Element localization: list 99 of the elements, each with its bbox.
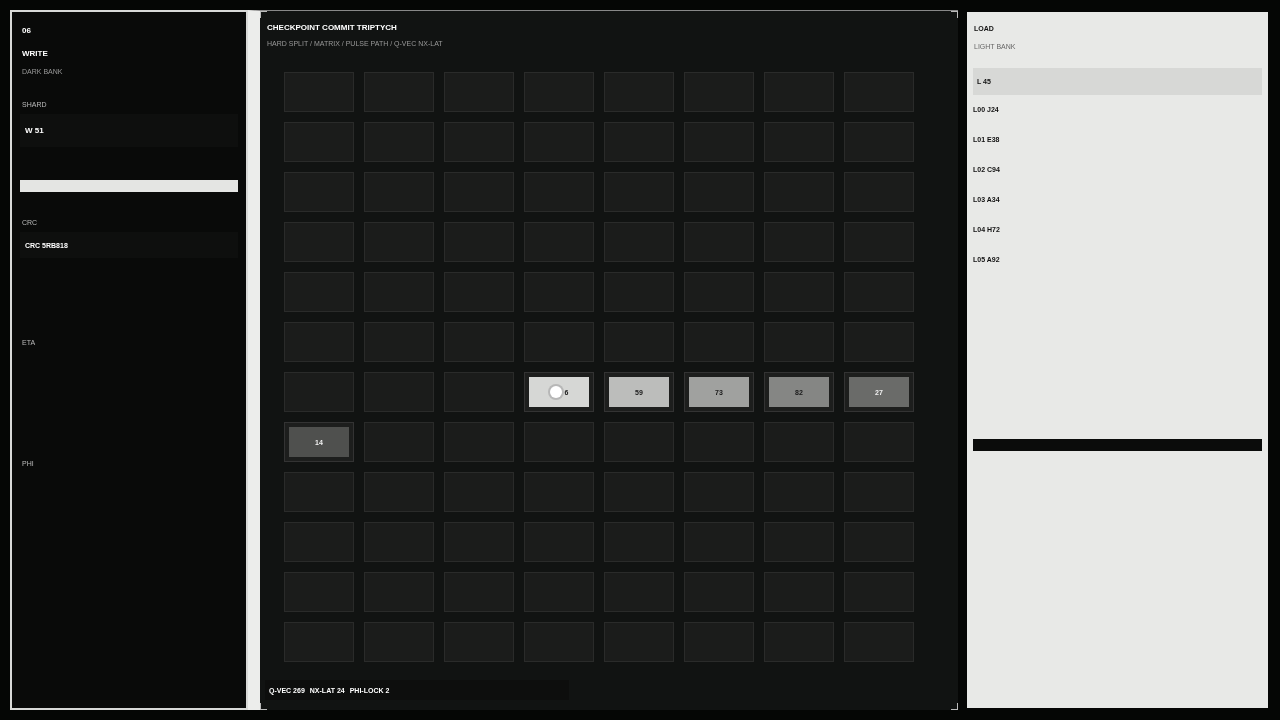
grid-cell[interactable] bbox=[444, 372, 514, 412]
grid-cell[interactable] bbox=[284, 522, 354, 562]
grid-cell[interactable] bbox=[684, 622, 754, 662]
cursor-ring-icon bbox=[549, 386, 562, 398]
grid-cell[interactable] bbox=[684, 122, 754, 162]
grid-cell[interactable] bbox=[844, 122, 914, 162]
grid-cell[interactable] bbox=[284, 622, 354, 662]
grid-cell[interactable] bbox=[524, 572, 594, 612]
grid-cell[interactable] bbox=[364, 172, 434, 212]
grid-cell[interactable] bbox=[284, 472, 354, 512]
grid-cell[interactable] bbox=[444, 222, 514, 262]
shard-readout: W 51 bbox=[20, 114, 238, 147]
grid-cell[interactable] bbox=[764, 222, 834, 262]
grid-cell[interactable] bbox=[364, 572, 434, 612]
grid-cell[interactable] bbox=[604, 472, 674, 512]
grid-cell[interactable] bbox=[684, 522, 754, 562]
grid-cell[interactable] bbox=[524, 472, 594, 512]
grid-cell[interactable] bbox=[524, 272, 594, 312]
grid-cell[interactable] bbox=[604, 622, 674, 662]
grid-cell[interactable] bbox=[844, 272, 914, 312]
grid-cell[interactable] bbox=[284, 222, 354, 262]
grid-cell[interactable] bbox=[444, 272, 514, 312]
grid-cell[interactable] bbox=[444, 422, 514, 462]
grid-cell[interactable] bbox=[764, 622, 834, 662]
corner-mark bbox=[951, 703, 958, 710]
grid-cell[interactable] bbox=[524, 72, 594, 112]
grid-cell[interactable] bbox=[524, 522, 594, 562]
grid-cell[interactable] bbox=[684, 472, 754, 512]
grid-cell[interactable] bbox=[604, 572, 674, 612]
grid-cell[interactable] bbox=[364, 122, 434, 162]
grid-cell[interactable] bbox=[524, 122, 594, 162]
grid-cell[interactable] bbox=[284, 572, 354, 612]
grid-cell[interactable] bbox=[364, 322, 434, 362]
grid-cell[interactable] bbox=[764, 122, 834, 162]
grid-cell[interactable] bbox=[844, 522, 914, 562]
grid-cell[interactable] bbox=[444, 122, 514, 162]
grid-cell[interactable] bbox=[604, 272, 674, 312]
grid-cell[interactable] bbox=[684, 72, 754, 112]
panel-title: WRITE bbox=[22, 49, 49, 58]
grid-cell[interactable] bbox=[764, 72, 834, 112]
grid-cell[interactable] bbox=[764, 322, 834, 362]
grid-cell[interactable] bbox=[444, 172, 514, 212]
grid-cell[interactable] bbox=[524, 622, 594, 662]
grid-cell[interactable] bbox=[684, 222, 754, 262]
grid-cell[interactable] bbox=[524, 172, 594, 212]
grid-cell[interactable] bbox=[844, 422, 914, 462]
corner-mark bbox=[951, 11, 958, 18]
grid-cell[interactable] bbox=[764, 172, 834, 212]
grid-cell[interactable] bbox=[844, 572, 914, 612]
grid-cell[interactable] bbox=[604, 522, 674, 562]
grid-cell[interactable] bbox=[364, 272, 434, 312]
grid-cell[interactable] bbox=[844, 472, 914, 512]
grid-cell[interactable] bbox=[684, 322, 754, 362]
grid-cell[interactable] bbox=[524, 422, 594, 462]
grid-cell[interactable] bbox=[844, 622, 914, 662]
grid-cell[interactable] bbox=[284, 272, 354, 312]
grid-cell[interactable] bbox=[364, 222, 434, 262]
grid-cell[interactable] bbox=[364, 522, 434, 562]
grid-cell[interactable] bbox=[444, 322, 514, 362]
grid-cell[interactable] bbox=[604, 222, 674, 262]
grid-cell[interactable] bbox=[444, 622, 514, 662]
grid-cell[interactable] bbox=[604, 322, 674, 362]
grid-cell[interactable] bbox=[764, 522, 834, 562]
grid-cell[interactable] bbox=[684, 572, 754, 612]
grid-cell[interactable] bbox=[604, 172, 674, 212]
grid-cell[interactable] bbox=[764, 422, 834, 462]
grid-cell[interactable] bbox=[764, 572, 834, 612]
grid-cell[interactable] bbox=[524, 222, 594, 262]
grid-cell[interactable] bbox=[844, 322, 914, 362]
grid-cell[interactable] bbox=[684, 172, 754, 212]
grid-cell[interactable] bbox=[764, 272, 834, 312]
grid-cell[interactable] bbox=[284, 372, 354, 412]
grid-cell[interactable] bbox=[764, 472, 834, 512]
grid-cell[interactable] bbox=[444, 522, 514, 562]
panel-index: 06 bbox=[22, 26, 32, 35]
grid-cell[interactable] bbox=[284, 322, 354, 362]
grid-cell[interactable] bbox=[364, 422, 434, 462]
grid-cell[interactable] bbox=[364, 622, 434, 662]
grid-cell[interactable] bbox=[604, 122, 674, 162]
panel-title: CHECKPOINT COMMIT TRIPTYCH bbox=[267, 23, 398, 32]
grid-cell[interactable] bbox=[684, 422, 754, 462]
grid-cell[interactable] bbox=[844, 222, 914, 262]
grid-cell[interactable] bbox=[844, 172, 914, 212]
grid-cell[interactable] bbox=[524, 322, 594, 362]
grid-cell[interactable] bbox=[444, 572, 514, 612]
grid-cell[interactable] bbox=[364, 472, 434, 512]
corner-mark bbox=[260, 703, 267, 710]
grid-cell[interactable] bbox=[684, 272, 754, 312]
grid-cell[interactable] bbox=[604, 72, 674, 112]
grid-cell[interactable] bbox=[444, 72, 514, 112]
grid-cell[interactable] bbox=[284, 122, 354, 162]
grid-cell[interactable] bbox=[444, 472, 514, 512]
grid-cell[interactable] bbox=[604, 422, 674, 462]
grid-cell[interactable] bbox=[364, 72, 434, 112]
grid-cell[interactable] bbox=[284, 172, 354, 212]
corner-mark bbox=[260, 11, 267, 18]
grid-cell[interactable] bbox=[844, 72, 914, 112]
grid-cell[interactable] bbox=[284, 72, 354, 112]
grid-cell[interactable] bbox=[364, 372, 434, 412]
